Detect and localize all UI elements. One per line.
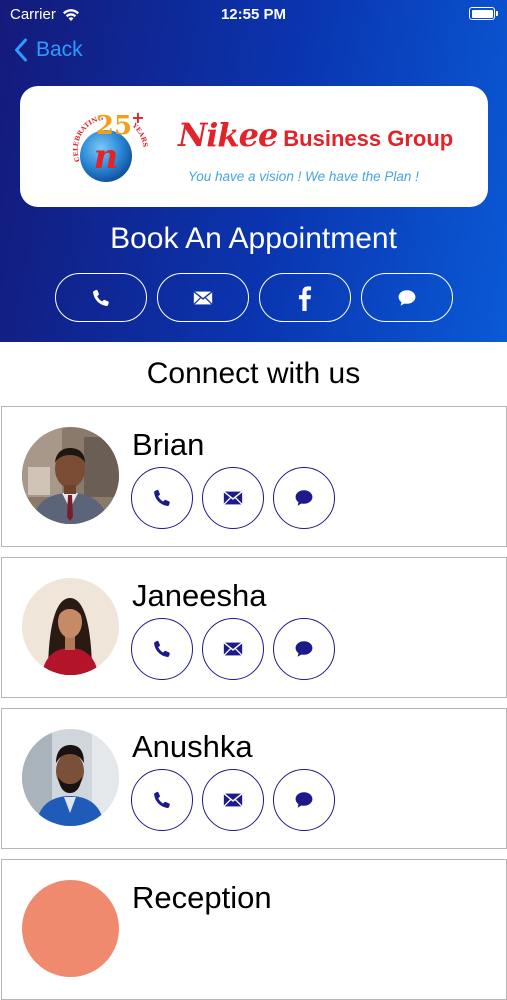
connect-section-title: Connect with us xyxy=(146,357,361,390)
call-button[interactable] xyxy=(131,769,193,831)
book-appointment-title: Book An Appointment xyxy=(110,222,397,255)
contact-card-anushka: Anushka xyxy=(1,708,507,849)
appointment-email-button[interactable] xyxy=(157,273,249,322)
phone-icon xyxy=(154,489,170,506)
phone-icon xyxy=(93,289,109,306)
contact-name: Reception xyxy=(132,880,272,915)
appointment-facebook-button[interactable] xyxy=(259,273,351,322)
appointment-chat-button[interactable] xyxy=(361,273,453,322)
chat-button[interactable] xyxy=(273,769,335,831)
svg-text:n: n xyxy=(94,137,119,177)
contact-card-janeesha: Janeesha xyxy=(1,557,507,698)
contact-card-reception: Reception xyxy=(1,859,507,1000)
call-button[interactable] xyxy=(131,618,193,680)
chat-bubble-icon xyxy=(295,792,313,808)
chat-button[interactable] xyxy=(273,618,335,680)
appointment-contact-buttons xyxy=(55,273,453,322)
chevron-left-icon xyxy=(15,38,27,62)
avatar xyxy=(22,880,119,977)
email-button[interactable] xyxy=(202,769,264,831)
appointment-call-button[interactable] xyxy=(55,273,147,322)
battery-icon xyxy=(469,7,498,20)
brand-name: Nikee Business Group xyxy=(178,116,453,154)
email-button[interactable] xyxy=(202,467,264,529)
mail-icon xyxy=(223,491,243,505)
contact-actions xyxy=(131,467,335,529)
chat-bubble-icon xyxy=(398,289,416,306)
contact-name: Janeesha xyxy=(132,578,267,613)
brand-tagline: You have a vision ! We have the Plan ! xyxy=(188,169,419,184)
svg-text:25: 25 xyxy=(96,111,132,141)
svg-text:+: + xyxy=(131,108,144,127)
mail-icon xyxy=(193,290,213,305)
facebook-icon xyxy=(298,285,312,311)
chat-bubble-icon xyxy=(295,490,313,506)
contact-actions xyxy=(131,769,335,831)
header-banner: Carrier 12:55 PM Back n CELEBRATING YEAR… xyxy=(0,0,507,342)
contact-actions xyxy=(131,618,335,680)
email-button[interactable] xyxy=(202,618,264,680)
contact-card-brian: Brian xyxy=(1,406,507,547)
brand-group-text: Business Group xyxy=(283,126,454,151)
call-button[interactable] xyxy=(131,467,193,529)
brian-photo xyxy=(22,427,119,524)
reception-avatar xyxy=(22,880,119,977)
company-logo-card: n CELEBRATING YEARS 25 + Nikee Business … xyxy=(20,86,488,207)
back-label: Back xyxy=(36,38,83,61)
anushka-photo xyxy=(22,729,119,826)
chat-button[interactable] xyxy=(273,467,335,529)
mail-icon xyxy=(223,793,243,807)
avatar xyxy=(22,427,119,524)
status-bar: Carrier 12:55 PM xyxy=(0,0,507,28)
chat-bubble-icon xyxy=(295,641,313,657)
clock: 12:55 PM xyxy=(220,6,287,23)
janeesha-photo xyxy=(22,578,119,675)
contact-name: Brian xyxy=(132,427,205,462)
phone-icon xyxy=(154,640,170,657)
avatar xyxy=(22,578,119,675)
back-button[interactable]: Back xyxy=(14,38,83,62)
mail-icon xyxy=(223,642,243,656)
brand-script-text: Nikee xyxy=(178,116,278,154)
avatar xyxy=(22,729,119,826)
phone-icon xyxy=(154,791,170,808)
anniversary-emblem-logo: n CELEBRATING YEARS 25 + xyxy=(72,108,149,182)
contact-name: Anushka xyxy=(132,729,253,764)
